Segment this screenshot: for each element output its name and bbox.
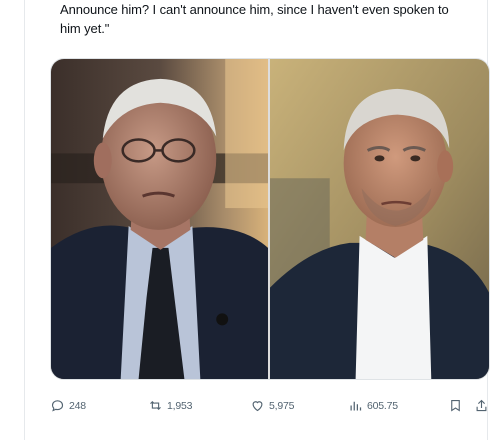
- reply-button[interactable]: 248: [50, 398, 86, 413]
- tweet-media[interactable]: [50, 58, 490, 380]
- views-count: 605.75: [367, 399, 398, 412]
- tweet-text-line-1: Announce him? I can't announce him, sinc…: [60, 2, 449, 17]
- bookmark-button[interactable]: [448, 398, 463, 413]
- tweet-text-line-2: him yet.": [60, 21, 110, 36]
- views-button[interactable]: 605.75: [348, 398, 398, 413]
- heart-icon: [252, 401, 263, 412]
- retweet-icon: [150, 400, 161, 411]
- share-button[interactable]: [474, 398, 489, 413]
- media-photo-left[interactable]: [51, 59, 268, 379]
- tweet-text: Announce him? I can't announce him, sinc…: [60, 0, 470, 38]
- like-button[interactable]: 5,975: [250, 398, 294, 413]
- tweet-actions: 248 1,953 5,975 605.75: [50, 398, 490, 420]
- retweet-button[interactable]: 1,953: [148, 398, 192, 413]
- retweet-count: 1,953: [167, 399, 193, 412]
- like-count: 5,975: [269, 399, 295, 412]
- photo-right-image: [270, 59, 489, 379]
- share-icon: [476, 399, 487, 412]
- reply-count: 248: [69, 399, 86, 412]
- reply-icon: [51, 400, 64, 412]
- photo-left-image: [51, 59, 268, 379]
- views-icon: [350, 401, 362, 411]
- media-photo-right[interactable]: [270, 59, 489, 379]
- bookmark-icon: [451, 399, 460, 412]
